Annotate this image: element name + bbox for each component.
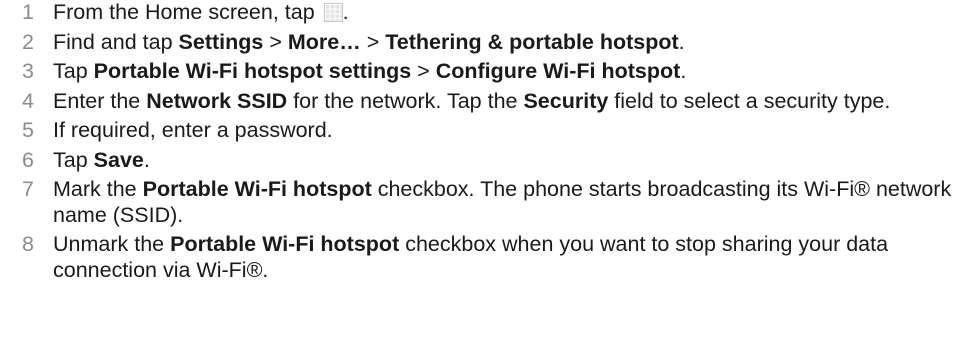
step-item: 4 Enter the Network SSID for the network… xyxy=(22,89,952,115)
step-number: 2 xyxy=(22,29,34,54)
step-text-segment: > xyxy=(411,59,436,83)
step-number: 1 xyxy=(22,0,34,24)
ui-term: Tethering & portable hotspot xyxy=(385,29,679,54)
step-number: 6 xyxy=(22,147,34,172)
step-number: 3 xyxy=(22,59,34,83)
ui-term: Security xyxy=(523,88,609,113)
step-text-segment: Enter the xyxy=(53,88,147,113)
ui-term: Portable Wi-Fi hotspot settings xyxy=(93,59,412,83)
step-text-segment: From the Home screen, tap xyxy=(53,0,321,24)
step-text-segment: . xyxy=(678,29,685,54)
apps-grid-icon xyxy=(323,3,343,22)
step-text: Enter the Network SSID for the network. … xyxy=(53,89,952,115)
step-number: 7 xyxy=(22,177,34,201)
ui-term: Save xyxy=(93,147,144,172)
step-item: 7 Mark the Portable Wi-Fi hotspot checkb… xyxy=(22,177,952,228)
step-item: 5 If required, enter a password. xyxy=(22,118,952,144)
step-text: Mark the Portable Wi-Fi hotspot checkbox… xyxy=(53,177,952,228)
step-text: Tap Save. xyxy=(53,148,952,174)
step-number: 8 xyxy=(22,232,34,256)
step-text-segment: Mark the xyxy=(53,177,143,201)
step-text-segment: Unmark the xyxy=(53,232,171,256)
step-item: 1 From the Home screen, tap . xyxy=(22,0,952,26)
ui-term: Network SSID xyxy=(146,88,288,113)
step-text: Tap Portable Wi-Fi hotspot settings > Co… xyxy=(53,59,952,85)
ui-term: Portable Wi-Fi hotspot xyxy=(142,177,372,201)
step-text: Find and tap Settings > More… > Tetherin… xyxy=(53,30,952,56)
step-item: 3 Tap Portable Wi-Fi hotspot settings > … xyxy=(22,59,952,85)
ui-term: Portable Wi-Fi hotspot xyxy=(170,232,400,256)
step-text-segment: > xyxy=(263,29,288,54)
step-text-segment: If required, enter a password. xyxy=(53,118,333,142)
step-item: 6 Tap Save. xyxy=(22,148,952,174)
ui-term: More… xyxy=(287,29,361,54)
step-text-segment: for the network. Tap the xyxy=(287,88,524,113)
step-text-segment: . xyxy=(143,147,150,172)
step-item: 2 Find and tap Settings > More… > Tether… xyxy=(22,30,952,56)
ui-term: Settings xyxy=(178,29,264,54)
step-text-segment: Tap xyxy=(53,59,94,83)
step-text-segment: > xyxy=(360,29,386,54)
step-text-segment: . xyxy=(342,0,349,24)
ui-term: Configure Wi-Fi hotspot xyxy=(435,59,681,83)
step-text: If required, enter a password. xyxy=(53,118,952,144)
step-text: Unmark the Portable Wi-Fi hotspot checkb… xyxy=(53,232,952,283)
step-item: 8 Unmark the Portable Wi-Fi hotspot chec… xyxy=(22,232,952,283)
step-text-segment: Tap xyxy=(53,147,94,172)
step-text: From the Home screen, tap . xyxy=(53,0,952,26)
step-number: 5 xyxy=(22,118,34,142)
step-text-segment: . xyxy=(680,59,687,83)
step-text-segment: field to select a security type. xyxy=(608,88,891,113)
step-number: 4 xyxy=(22,88,34,113)
step-text-segment: Find and tap xyxy=(53,29,179,54)
instruction-steps: 1 From the Home screen, tap . 2 Find and… xyxy=(22,0,952,287)
